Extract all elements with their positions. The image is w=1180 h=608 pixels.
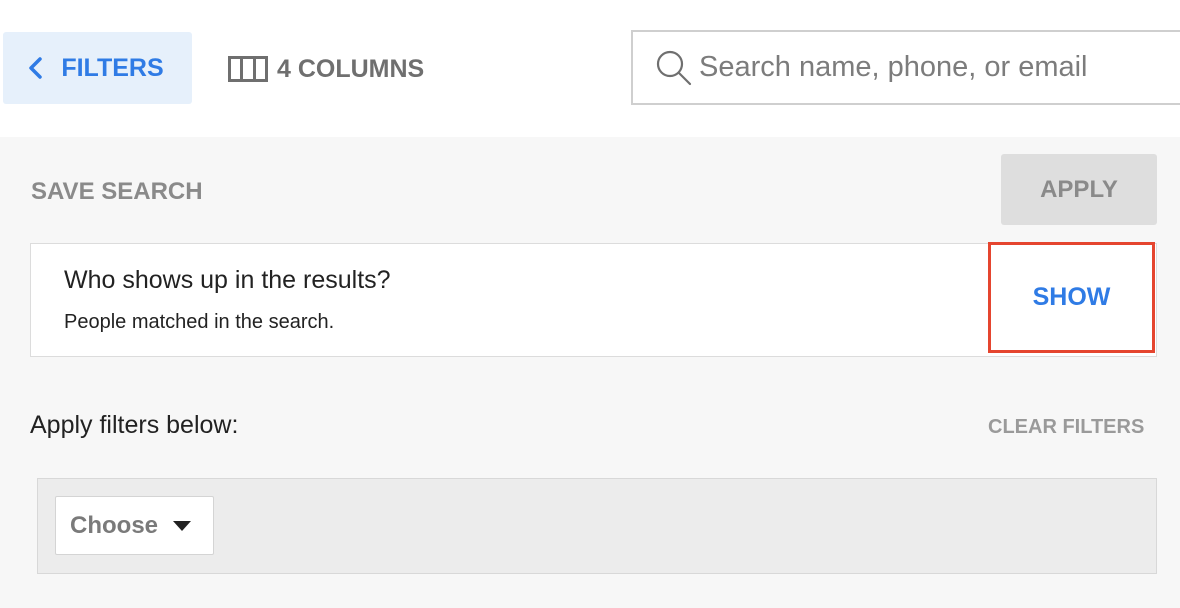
show-button[interactable]: SHOW (988, 242, 1155, 353)
save-search-button[interactable]: SAVE SEARCH (31, 178, 203, 206)
columns-label: 4 COLUMNS (277, 54, 425, 83)
apply-filters-label: Apply filters below: (30, 411, 239, 439)
filters-toggle-button[interactable]: FILTERS (3, 32, 192, 104)
search-input[interactable] (699, 51, 1169, 84)
search-box (631, 30, 1180, 105)
top-toolbar: FILTERS 4 COLUMNS (0, 0, 1180, 137)
dropdown-selected-value: Choose (70, 511, 159, 539)
info-title: Who shows up in the results? (64, 266, 391, 294)
caret-down-icon (173, 520, 192, 531)
filters-label: FILTERS (61, 53, 164, 82)
page: FILTERS 4 COLUMNS SAVE SEARCH APPLY Who … (0, 0, 1180, 608)
info-subtitle: People matched in the search. (64, 311, 335, 333)
search-icon (656, 50, 692, 85)
apply-button[interactable]: APPLY (1001, 154, 1157, 225)
filter-choose-dropdown[interactable]: Choose (55, 496, 214, 555)
columns-button[interactable]: 4 COLUMNS (228, 50, 424, 88)
columns-icon (228, 56, 268, 82)
chevron-left-icon (29, 57, 43, 79)
clear-filters-button[interactable]: CLEAR FILTERS (988, 416, 1144, 439)
